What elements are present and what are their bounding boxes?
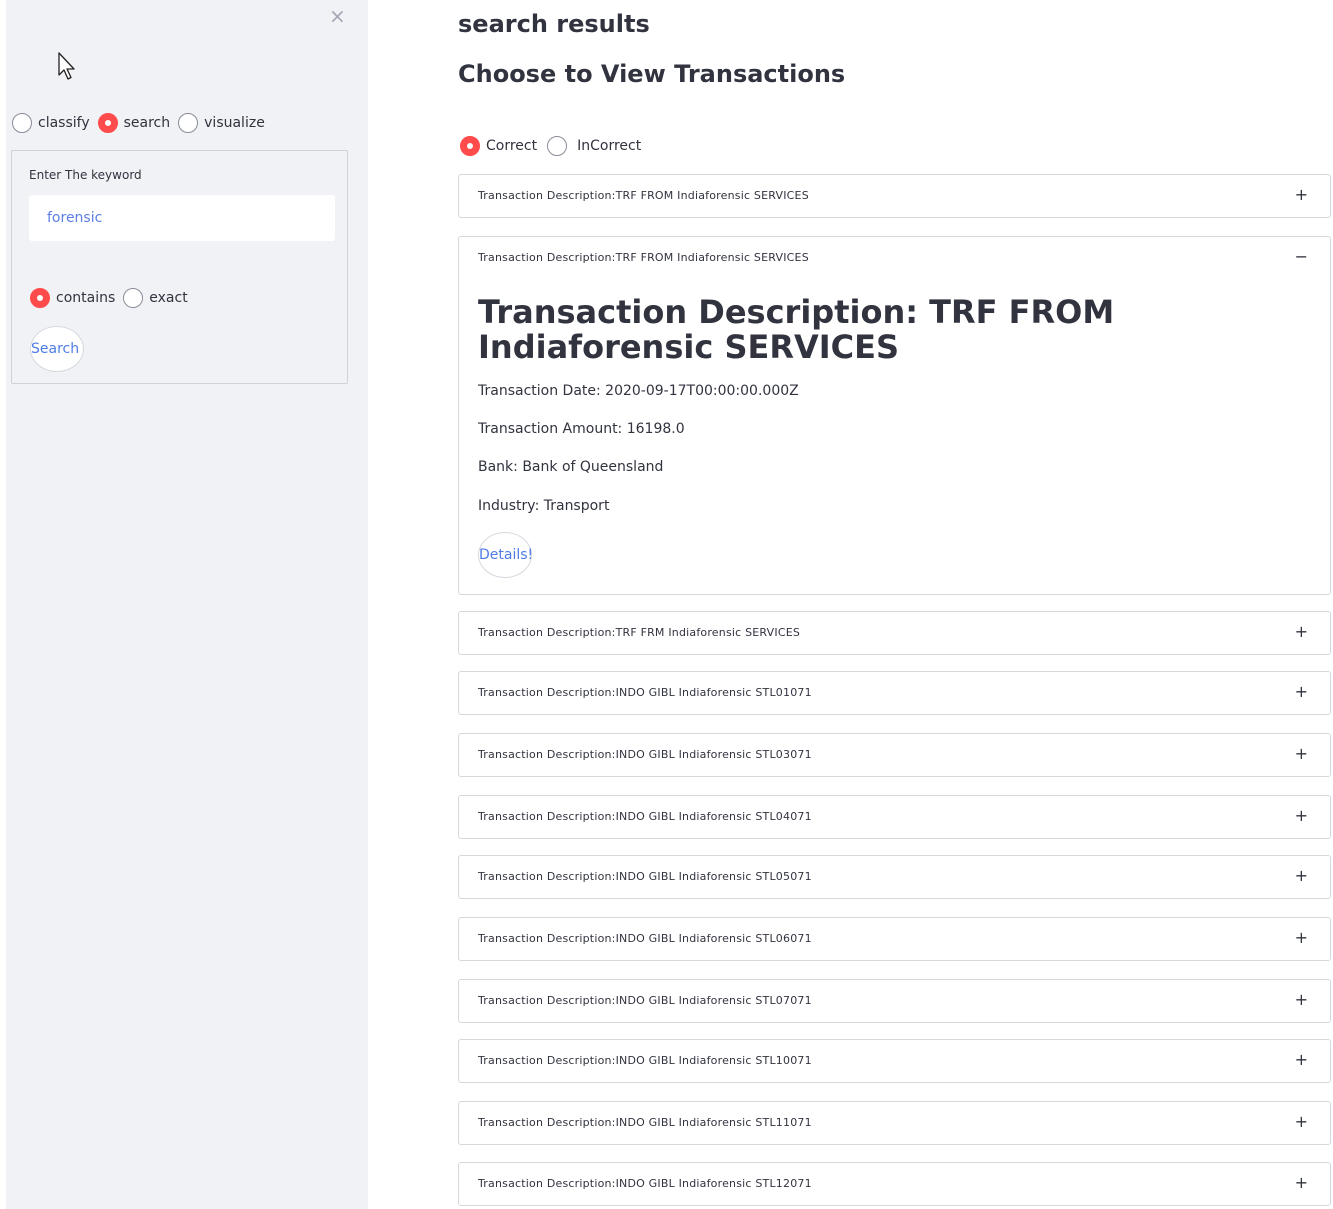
transaction-expander[interactable]: Transaction Description:INDO GIBL Indiaf… [458,733,1331,777]
search-form: Enter The keyword contains exact Search [11,150,348,384]
transaction-amount: Transaction Amount: 16198.0 [478,421,685,437]
expand-icon[interactable]: + [1295,623,1308,641]
transaction-detail-title: Transaction Description: TRF FROM Indiaf… [478,293,1115,366]
search-button[interactable]: Search [30,326,84,372]
expand-icon[interactable]: + [1295,991,1308,1009]
match-radio-group: contains exact [30,288,196,308]
keyword-label: Enter The keyword [29,168,142,182]
transaction-expander-title: Transaction Description:INDO GIBL Indiaf… [478,810,812,823]
transaction-expander[interactable]: Transaction Description:INDO GIBL Indiaf… [458,855,1331,899]
radio-exact[interactable]: exact [123,288,191,308]
radio-contains-circle[interactable] [30,288,50,308]
transaction-date: Transaction Date: 2020-09-17T00:00:00.00… [478,383,799,399]
close-icon[interactable]: × [329,4,346,28]
radio-search-label: search [123,115,171,131]
radio-classify-circle[interactable] [12,113,32,133]
radio-correct[interactable]: Correct [460,136,541,156]
transaction-expander[interactable]: Transaction Description:INDO GIBL Indiaf… [458,917,1331,961]
radio-classify[interactable]: classify [12,113,94,133]
expand-icon[interactable]: + [1295,1113,1308,1131]
transaction-expander-title: Transaction Description:INDO GIBL Indiaf… [478,1116,812,1129]
radio-correct-circle[interactable] [460,136,480,156]
transaction-expander-title: Transaction Description:INDO GIBL Indiaf… [478,932,812,945]
radio-incorrect-circle[interactable] [547,136,568,156]
radio-visualize-circle[interactable] [178,113,199,133]
radio-exact-label: exact [149,290,188,306]
expand-icon[interactable]: + [1295,683,1308,701]
mouse-cursor-icon [58,52,75,80]
transaction-expander[interactable]: Transaction Description:INDO GIBL Indiaf… [458,1162,1331,1206]
sidebar: × classify search visualize Enter The ke… [6,0,368,1209]
radio-classify-label: classify [38,115,90,131]
radio-exact-circle[interactable] [123,288,144,308]
expand-icon[interactable]: + [1295,745,1308,763]
radio-correct-label: Correct [486,138,538,154]
expand-icon[interactable]: + [1295,186,1308,204]
transaction-expander-title: Transaction Description:INDO GIBL Indiaf… [478,994,812,1007]
filter-radio-group: Correct InCorrect [460,136,649,156]
expand-icon[interactable]: + [1295,1051,1308,1069]
transaction-expander-expanded[interactable]: Transaction Description:TRF FROM Indiafo… [458,236,1331,595]
section-title: Choose to View Transactions [458,60,846,88]
expand-icon[interactable]: + [1295,807,1308,825]
details-button[interactable]: Details! [478,532,533,578]
transaction-expander[interactable]: Transaction Description:INDO GIBL Indiaf… [458,795,1331,839]
transaction-expander[interactable]: Transaction Description:INDO GIBL Indiaf… [458,1101,1331,1145]
transaction-expander[interactable]: Transaction Description:INDO GIBL Indiaf… [458,1039,1331,1083]
transaction-expander-title: Transaction Description:INDO GIBL Indiaf… [478,686,812,699]
keyword-input[interactable] [29,195,335,241]
transaction-industry: Industry: Transport [478,498,610,514]
radio-visualize-label: visualize [204,115,265,131]
mode-radio-group: classify search visualize [12,113,273,133]
transaction-expander-title: Transaction Description:INDO GIBL Indiaf… [478,748,812,761]
transaction-bank: Bank: Bank of Queensland [478,459,664,475]
expand-icon[interactable]: + [1295,867,1308,885]
transaction-expander-title: Transaction Description:TRF FROM Indiafo… [478,189,809,202]
transaction-expander-title: Transaction Description:INDO GIBL Indiaf… [478,1177,812,1190]
radio-incorrect-label: InCorrect [577,138,642,154]
transaction-expander[interactable]: Transaction Description:INDO GIBL Indiaf… [458,671,1331,715]
radio-incorrect[interactable]: InCorrect [547,136,645,156]
transaction-expander-title: Transaction Description:INDO GIBL Indiaf… [478,1054,812,1067]
radio-contains-label: contains [56,290,116,306]
transaction-expander-title: Transaction Description:TRF FRM Indiafor… [478,626,801,639]
radio-visualize[interactable]: visualize [178,113,269,133]
expand-icon[interactable]: + [1295,929,1308,947]
radio-contains[interactable]: contains [30,288,119,308]
transaction-expander[interactable]: Transaction Description:INDO GIBL Indiaf… [458,979,1331,1023]
transaction-expander[interactable]: Transaction Description:TRF FRM Indiafor… [458,611,1331,655]
collapse-icon[interactable]: − [1295,248,1308,266]
transaction-expander-title: Transaction Description:TRF FROM Indiafo… [478,251,809,264]
radio-search[interactable]: search [97,113,175,133]
transaction-expander[interactable]: Transaction Description:TRF FROM Indiafo… [458,174,1331,218]
expand-icon[interactable]: + [1295,1174,1308,1192]
radio-search-circle[interactable] [97,113,118,133]
page-title: search results [458,10,650,38]
transaction-expander-title: Transaction Description:INDO GIBL Indiaf… [478,870,812,883]
